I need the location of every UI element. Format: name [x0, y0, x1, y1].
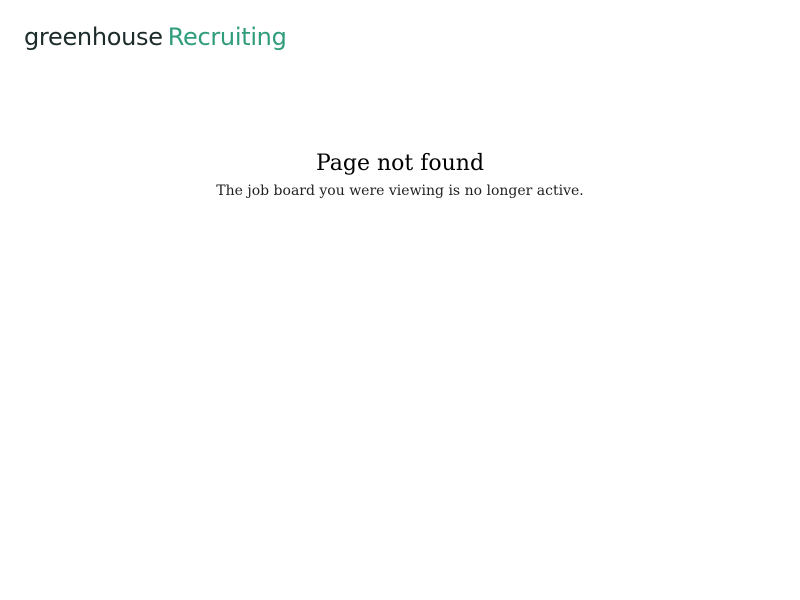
page-title: Page not found	[315, 151, 485, 176]
site-header: greenhouse Recruiting	[24, 22, 287, 62]
error-message: The job board you were viewing is no lon…	[216, 183, 584, 199]
greenhouse-recruiting-logo[interactable]: greenhouse Recruiting	[24, 22, 287, 52]
logo-product-text: Recruiting	[167, 23, 287, 51]
logo-brand-text: greenhouse	[24, 23, 163, 51]
error-message-section: Page not found The job board you were vi…	[0, 148, 800, 202]
